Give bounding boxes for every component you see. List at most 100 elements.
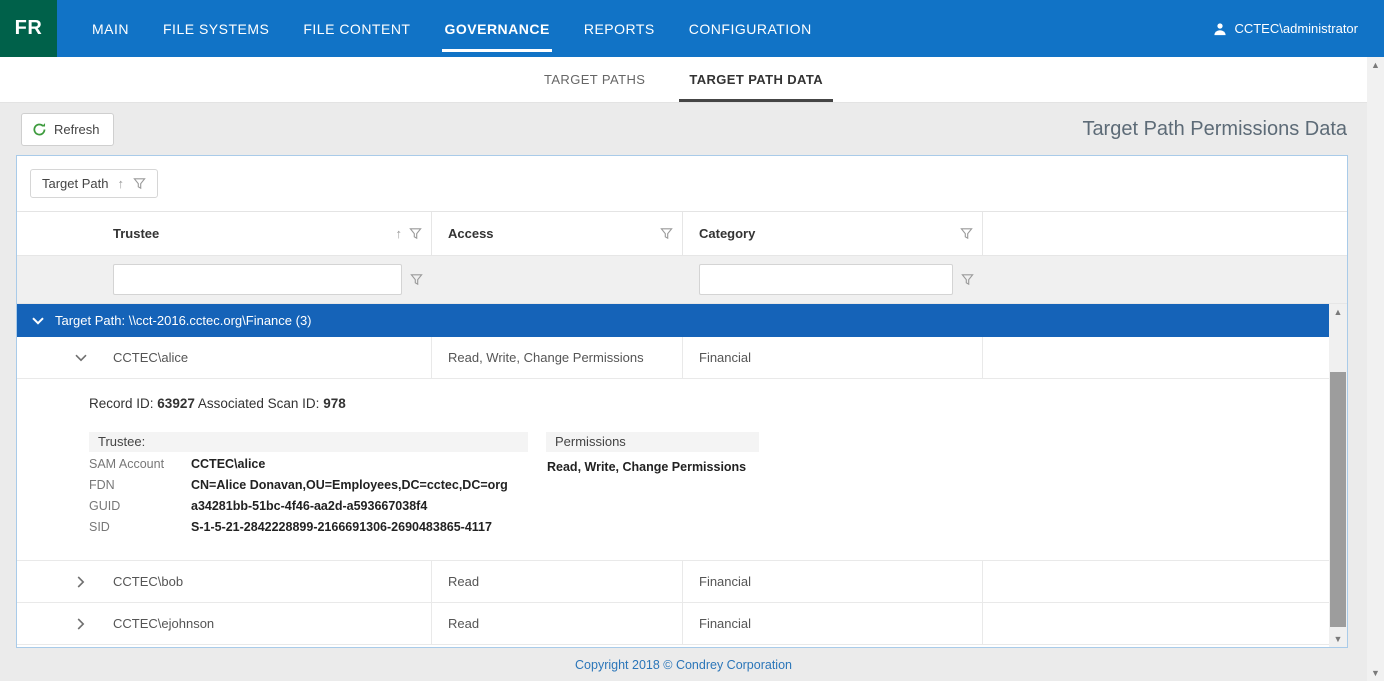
grid-filter-row (17, 256, 1347, 304)
grid-body: Target Path: \\cct-2016.cctec.org\Financ… (17, 304, 1347, 647)
field-label: FDN (89, 478, 191, 492)
refresh-icon (32, 122, 47, 137)
chevron-down-icon[interactable] (73, 354, 88, 362)
group-by-panel: Target Path ↑ (17, 156, 1347, 212)
table-row-ejohnson[interactable]: CCTEC\ejohnson Read Financial (17, 603, 1329, 645)
scroll-up-icon[interactable]: ▲ (1367, 60, 1384, 70)
header-cell-detail-expand (57, 212, 97, 255)
field-value: CN=Alice Donavan,OU=Employees,DC=cctec,D… (191, 478, 508, 492)
scan-id-value: 978 (323, 396, 346, 411)
nav-item-file-systems[interactable]: FILE SYSTEMS (146, 0, 286, 57)
nav-item-main[interactable]: MAIN (75, 0, 146, 57)
footer: Copyright 2018 © Condrey Corporation (0, 648, 1367, 681)
group-row-finance[interactable]: Target Path: \\cct-2016.cctec.org\Financ… (17, 304, 1329, 337)
group-chip-label: Target Path (42, 176, 109, 191)
category-filter-input[interactable] (699, 264, 953, 295)
header-cell-group-expand (17, 212, 57, 255)
scroll-down-icon[interactable]: ▼ (1329, 634, 1347, 644)
field-label: SAM Account (89, 457, 191, 471)
row-group-indent (17, 337, 57, 378)
refresh-label: Refresh (54, 122, 100, 137)
scroll-up-icon[interactable]: ▲ (1329, 307, 1347, 317)
cell-spacer (983, 603, 1329, 644)
row-group-indent (17, 603, 57, 644)
detail-field-fdn: FDN CN=Alice Donavan,OU=Employees,DC=cct… (89, 473, 528, 494)
filter-icon[interactable] (410, 273, 423, 286)
filter-icon[interactable] (961, 273, 974, 286)
row-detail-alice: Record ID: 63927 Associated Scan ID: 978… (17, 379, 1329, 561)
cell-spacer (983, 337, 1329, 378)
table-row-alice[interactable]: CCTEC\alice Read, Write, Change Permissi… (17, 337, 1329, 379)
detail-field-sam: SAM Account CCTEC\alice (89, 452, 528, 473)
filter-icon[interactable] (409, 227, 422, 240)
chevron-right-icon[interactable] (73, 576, 88, 588)
nav-item-label: MAIN (92, 21, 129, 37)
detail-field-sid: SID S-1-5-21-2842228899-2166691306-26904… (89, 515, 528, 536)
group-chip-target-path[interactable]: Target Path ↑ (30, 169, 158, 198)
field-label: SID (89, 520, 191, 534)
grid-scrollbar[interactable]: ▲ ▼ (1329, 304, 1347, 647)
field-value: CCTEC\alice (191, 457, 265, 471)
row-expander[interactable] (57, 561, 97, 602)
nav-item-file-content[interactable]: FILE CONTENT (286, 0, 427, 57)
column-title: Trustee (113, 226, 159, 241)
header-cell-category[interactable]: Category (683, 212, 983, 255)
scroll-down-icon[interactable]: ▼ (1367, 668, 1384, 678)
tab-target-path-data[interactable]: TARGET PATH DATA (667, 57, 845, 102)
window-scrollbar[interactable]: ▲ ▼ (1367, 57, 1384, 681)
scrollbar-thumb[interactable] (1330, 372, 1346, 627)
nav-item-reports[interactable]: REPORTS (567, 0, 672, 57)
row-expander[interactable] (57, 603, 97, 644)
permissions-section-title: Permissions (546, 432, 759, 452)
cell-category: Financial (683, 603, 983, 644)
user-menu[interactable]: CCTEC\administrator (1213, 0, 1384, 57)
filter-icon[interactable] (960, 227, 973, 240)
filter-cell-access (432, 256, 683, 303)
top-bar: FR MAIN FILE SYSTEMS FILE CONTENT GOVERN… (0, 0, 1384, 57)
filter-cell-spacer (57, 256, 97, 303)
permissions-grid-panel: Target Path ↑ Trustee ↑ Ac (16, 155, 1348, 648)
filter-cell-spacer (17, 256, 57, 303)
row-group-indent (17, 561, 57, 602)
cell-trustee: CCTEC\alice (97, 337, 432, 378)
nav-item-label: FILE CONTENT (303, 21, 410, 37)
tab-target-paths[interactable]: TARGET PATHS (522, 57, 667, 102)
nav-item-governance[interactable]: GOVERNANCE (427, 0, 566, 57)
tab-label: TARGET PATH DATA (689, 72, 823, 87)
trustee-filter-input[interactable] (113, 264, 402, 295)
sort-asc-icon[interactable]: ↑ (396, 226, 403, 241)
content-area: Refresh Target Path Permissions Data Tar… (0, 103, 1367, 681)
nav-item-label: REPORTS (584, 21, 655, 37)
header-cell-spacer (983, 212, 1347, 255)
detail-field-guid: GUID a34281bb-51bc-4f46-aa2d-a593667038f… (89, 494, 528, 515)
filter-cell-category (683, 256, 983, 303)
trustee-section-title: Trustee: (89, 432, 528, 452)
record-id-value: 63927 (157, 396, 195, 411)
refresh-button[interactable]: Refresh (21, 113, 114, 146)
table-row-bob[interactable]: CCTEC\bob Read Financial (17, 561, 1329, 603)
chevron-right-icon[interactable] (73, 618, 88, 630)
filter-cell-spacer (983, 256, 1347, 303)
sort-asc-icon[interactable]: ↑ (118, 176, 125, 191)
nav-item-label: FILE SYSTEMS (163, 21, 269, 37)
copyright-text: Copyright 2018 © Condrey Corporation (575, 658, 792, 672)
nav-item-label: CONFIGURATION (689, 21, 812, 37)
nav-item-label: GOVERNANCE (444, 21, 549, 37)
toolbar: Refresh Target Path Permissions Data (0, 103, 1367, 155)
field-value: a34281bb-51bc-4f46-aa2d-a593667038f4 (191, 499, 427, 513)
filter-icon[interactable] (133, 177, 146, 190)
field-label: GUID (89, 499, 191, 513)
header-cell-trustee[interactable]: Trustee ↑ (97, 212, 432, 255)
column-title: Access (448, 226, 494, 241)
record-summary: Record ID: 63927 Associated Scan ID: 978 (89, 396, 1309, 411)
row-expander[interactable] (57, 337, 97, 378)
trustee-detail-block: Trustee: SAM Account CCTEC\alice FDN CN=… (89, 432, 528, 536)
header-cell-access[interactable]: Access (432, 212, 683, 255)
user-icon (1213, 22, 1227, 36)
filter-icon[interactable] (660, 227, 673, 240)
chevron-down-icon[interactable] (32, 317, 44, 325)
page-title: Target Path Permissions Data (1082, 118, 1347, 141)
nav-item-configuration[interactable]: CONFIGURATION (672, 0, 829, 57)
scan-id-label: Associated Scan ID: (198, 396, 320, 411)
sub-navigation: TARGET PATHS TARGET PATH DATA (0, 57, 1367, 103)
